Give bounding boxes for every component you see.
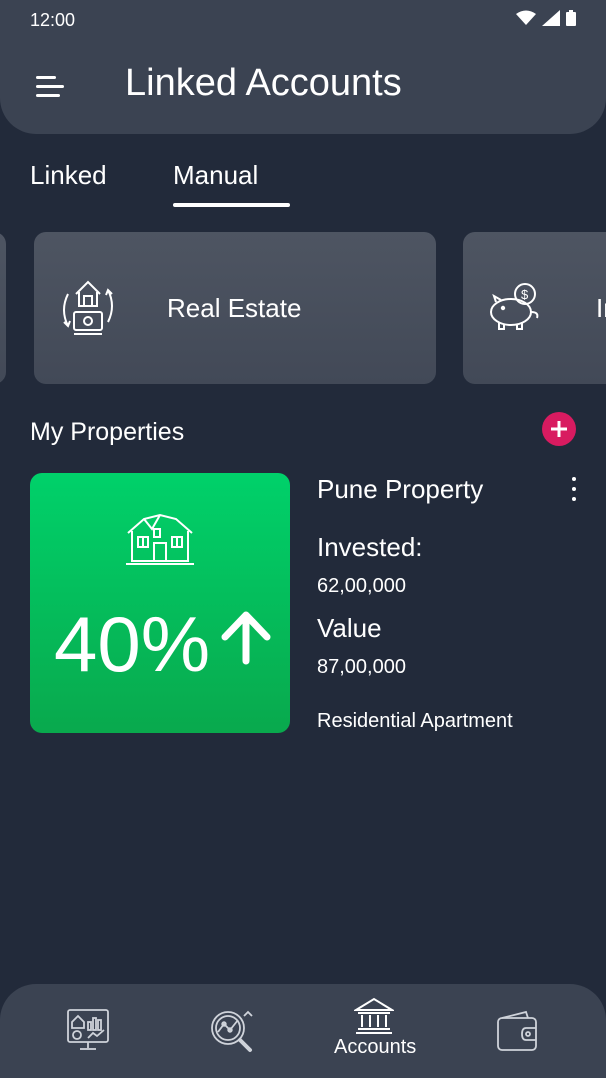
menu-button[interactable] bbox=[36, 72, 66, 102]
invested-label: Invested: bbox=[317, 532, 423, 562]
account-tabs: Linked Manual bbox=[0, 160, 606, 210]
nav-item-wallet[interactable] bbox=[482, 984, 554, 1078]
nav-item-accounts[interactable]: Accounts bbox=[326, 984, 426, 1078]
category-label: Real Estate bbox=[167, 293, 302, 323]
status-icons bbox=[516, 10, 576, 26]
status-time: 12:00 bbox=[30, 10, 76, 30]
value-label: Value bbox=[317, 613, 382, 643]
page-title: Linked Accounts bbox=[125, 62, 402, 104]
svg-text:$: $ bbox=[521, 287, 529, 302]
house-exchange-icon bbox=[63, 280, 113, 335]
more-options-icon[interactable] bbox=[560, 474, 588, 504]
bottom-navigation: Accounts bbox=[0, 984, 606, 1078]
tab-linked[interactable]: Linked bbox=[30, 160, 107, 191]
piggy-bank-icon: $ bbox=[490, 283, 539, 330]
invested-value: 62,00,000 bbox=[317, 575, 406, 597]
menu-icon-line bbox=[36, 76, 56, 79]
arrow-up-icon bbox=[221, 611, 271, 665]
value-amount: 87,00,000 bbox=[317, 656, 406, 678]
property-type: Residential Apartment bbox=[317, 710, 513, 732]
property-change-percent: 40% bbox=[54, 600, 211, 688]
menu-icon-line bbox=[36, 94, 60, 97]
house-icon bbox=[126, 513, 194, 565]
nav-item-analytics[interactable] bbox=[196, 984, 268, 1078]
section-title: My Properties bbox=[30, 418, 185, 446]
active-tab-indicator bbox=[173, 203, 290, 207]
menu-icon-line bbox=[36, 85, 64, 88]
nav-label-accounts: Accounts bbox=[334, 1036, 417, 1058]
category-card-next[interactable]: $ In bbox=[463, 232, 606, 384]
battery-icon bbox=[566, 10, 576, 26]
add-property-button[interactable] bbox=[542, 412, 576, 446]
category-carousel[interactable]: Real Estate $ In bbox=[0, 232, 606, 384]
property-name: Pune Property bbox=[317, 474, 484, 504]
category-label: In bbox=[596, 293, 606, 323]
wallet-icon bbox=[497, 1010, 537, 1051]
dashboard-icon bbox=[67, 1009, 109, 1050]
app-header: 12:00 Linked Accounts bbox=[0, 0, 606, 134]
property-performance-tile[interactable]: 40% bbox=[30, 473, 290, 733]
plus-icon bbox=[551, 421, 567, 437]
category-card-previous[interactable] bbox=[0, 232, 6, 384]
bank-icon bbox=[354, 997, 394, 1034]
category-card-real-estate[interactable]: Real Estate bbox=[34, 232, 436, 384]
tab-manual[interactable]: Manual bbox=[173, 160, 258, 191]
analytics-search-icon bbox=[211, 1010, 253, 1052]
nav-item-dashboard[interactable] bbox=[52, 984, 124, 1078]
signal-icon bbox=[542, 10, 560, 26]
wifi-icon bbox=[516, 10, 536, 25]
